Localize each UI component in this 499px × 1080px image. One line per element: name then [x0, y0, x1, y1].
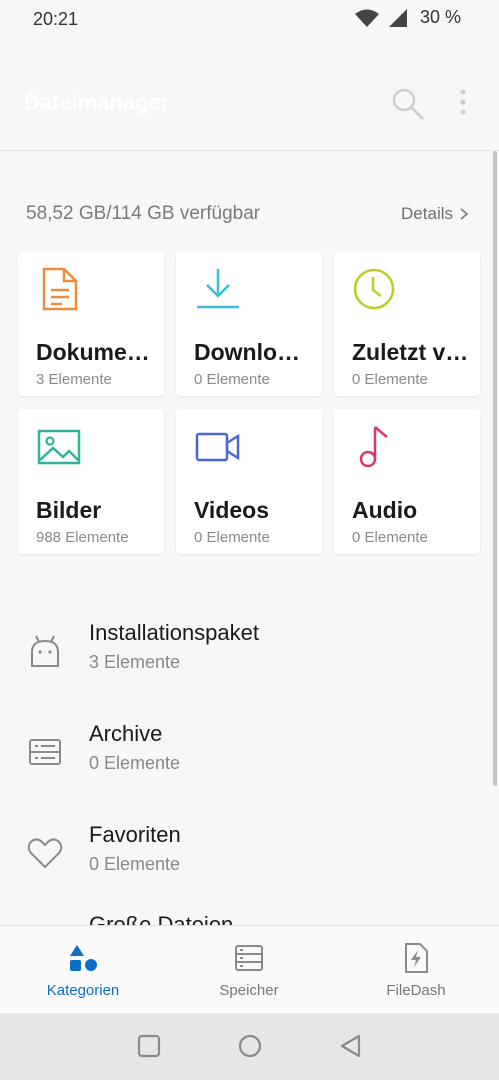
list-item-favorites[interactable]: Favoriten 0 Elemente [0, 814, 499, 904]
list-item-title: Installationspaket [89, 620, 259, 645]
download-icon [197, 269, 239, 309]
signal-icon [388, 8, 407, 27]
status-bar: 20:21 30 % [0, 0, 499, 40]
storage-available-text: 58,52 GB/114 GB verfügbar [26, 203, 261, 224]
list-item-count: 0 Elemente [89, 854, 181, 874]
back-button[interactable] [338, 1033, 364, 1059]
video-icon [195, 432, 240, 462]
list-item-title: Archive [89, 721, 163, 746]
list-item-large-files-partial[interactable]: Große Dateien [89, 912, 233, 926]
system-navigation-bar [0, 1013, 499, 1080]
android-icon [31, 635, 59, 667]
list-item-count: 3 Elemente [89, 652, 181, 672]
list-item-count: 0 Elemente [89, 753, 181, 773]
category-title: Audio [352, 497, 418, 523]
filedash-icon [405, 943, 428, 973]
tab-label: Speicher [219, 982, 279, 999]
category-title: Downlo… [194, 339, 301, 365]
category-card-downloads[interactable]: Downlo… 0 Elemente [176, 251, 322, 396]
heart-icon [27, 838, 63, 869]
clock-icon [353, 268, 395, 310]
status-time: 20:21 [33, 9, 79, 29]
bottom-navigation: Kategorien Speicher FileDash [0, 925, 499, 1014]
category-card-images[interactable]: Bilder 988 Elemente [18, 409, 164, 554]
category-count: 0 Elemente [352, 529, 428, 546]
tab-filedash[interactable]: FileDash [333, 926, 499, 1014]
details-link[interactable]: Details [401, 204, 469, 224]
more-options-button[interactable] [450, 84, 476, 124]
category-card-documents[interactable]: Dokume… 3 Elemente [18, 251, 164, 396]
category-count: 0 Elemente [194, 371, 270, 388]
category-card-recent[interactable]: Zuletzt v… 0 Elemente [334, 251, 480, 396]
recent-apps-button[interactable] [136, 1033, 162, 1059]
details-label: Details [401, 204, 453, 223]
image-icon [37, 429, 81, 465]
search-icon [392, 88, 424, 120]
tab-label: Kategorien [46, 982, 120, 999]
search-button[interactable] [388, 84, 428, 124]
back-triangle-icon [340, 1034, 361, 1058]
category-count: 3 Elemente [36, 371, 112, 388]
list-item-archive[interactable]: Archive 0 Elemente [0, 713, 499, 803]
tab-label: FileDash [386, 982, 446, 999]
category-title: Bilder [36, 497, 102, 523]
category-count: 988 Elemente [36, 529, 129, 546]
category-title: Videos [194, 497, 269, 523]
category-count: 0 Elemente [352, 371, 428, 388]
wifi-icon [354, 9, 379, 27]
tab-storage[interactable]: Speicher [166, 926, 332, 1014]
music-note-icon [359, 426, 388, 468]
category-card-audio[interactable]: Audio 0 Elemente [334, 409, 480, 554]
tab-categories[interactable]: Kategorien [0, 926, 166, 1014]
page-title: Dateimanager [24, 90, 170, 115]
square-icon [137, 1034, 161, 1058]
category-card-videos[interactable]: Videos 0 Elemente [176, 409, 322, 554]
document-icon [42, 267, 78, 311]
chevron-right-icon [460, 208, 469, 220]
more-vert-icon [460, 89, 466, 115]
category-count: 0 Elemente [194, 529, 270, 546]
categories-icon [70, 945, 97, 971]
storage-summary: 58,52 GB/114 GB verfügbar Details [0, 195, 499, 235]
app-bar: Dateimanager [0, 40, 499, 151]
battery-level: 30 % [419, 7, 461, 27]
list-item-title: Favoriten [89, 822, 181, 847]
circle-icon [238, 1034, 262, 1058]
home-button[interactable] [237, 1033, 263, 1059]
category-title: Dokume… [36, 339, 150, 365]
category-title: Zuletzt v… [352, 339, 469, 365]
archive-icon [29, 739, 61, 765]
list-item-installation-package[interactable]: Installationspaket 3 Elemente [0, 612, 499, 702]
storage-icon [235, 945, 263, 971]
status-icons: 30 % [354, 7, 461, 28]
